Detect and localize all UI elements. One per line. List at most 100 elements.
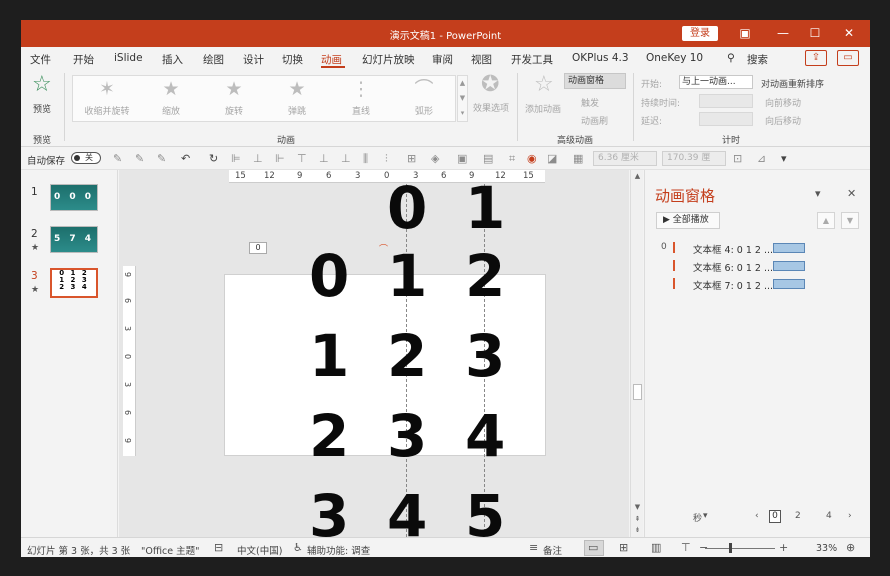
notes-button[interactable]: 备注 (543, 543, 562, 557)
fit-to-window-icon[interactable]: ⊕ (846, 542, 855, 554)
timing-bar[interactable] (773, 261, 805, 271)
shape-icon[interactable]: ◈ (431, 153, 439, 165)
anim-arc[interactable]: ⌒ 弧形 (396, 79, 452, 121)
accessibility-icon[interactable]: ♿ (293, 542, 303, 554)
timeline-right-icon[interactable]: › (848, 511, 852, 521)
slide-sorter-icon[interactable]: ⊞ (619, 542, 628, 554)
align-top-icon[interactable]: ⊤ (297, 153, 307, 165)
tab-review[interactable]: 审阅 (432, 52, 453, 67)
zoom-level[interactable]: 33% (816, 543, 837, 554)
tab-design[interactable]: 设计 (243, 52, 264, 67)
crop-icon[interactable]: ⌗ (509, 153, 515, 165)
align-left-icon[interactable]: ⊫ (231, 153, 241, 165)
format-icon[interactable]: ⊿ (757, 153, 766, 165)
arrange-icon[interactable]: ▣ (457, 153, 467, 165)
play-all-button[interactable]: ▶ 全部播放 (656, 212, 720, 229)
next-slide-icon[interactable]: ⇟ (633, 526, 642, 534)
animation-item[interactable]: 文本框 7: 0 1 2 ... (661, 277, 861, 292)
close-icon[interactable]: ✕ (841, 25, 857, 41)
pane-close-icon[interactable]: ✕ (847, 187, 856, 200)
preview-icon[interactable]: ☆ (32, 73, 52, 97)
dropdown-icon[interactable]: ▾ (703, 511, 708, 521)
image-icon[interactable]: ◪ (547, 153, 557, 165)
tab-view[interactable]: 视图 (471, 52, 492, 67)
slide-canvas[interactable]: 15 12 9 6 3 0 3 6 9 12 15 9 6 3 0 3 6 9 … (119, 170, 629, 537)
scroll-down-icon[interactable]: ▼ (633, 503, 642, 511)
animation-order-tag[interactable]: 0 (249, 242, 267, 254)
canvas-scrollbar[interactable]: ▲ ▼ ⇞ ⇟ (630, 170, 643, 537)
animation-pane-button[interactable]: 动画窗格 (564, 73, 626, 89)
ribbon-display-icon[interactable]: ▣ (737, 25, 753, 41)
anim-line[interactable]: ⋮ 直线 (333, 79, 389, 121)
tab-slideshow[interactable]: 幻灯片放映 (362, 52, 415, 67)
notes-icon[interactable]: ≡ (529, 542, 538, 554)
animation-item[interactable]: 0 文本框 4: 0 1 2 ... (661, 241, 861, 256)
effect-options-button[interactable]: 效果选项 (473, 101, 509, 114)
align-bottom-icon[interactable]: ⊥ (341, 153, 351, 165)
height-input[interactable]: 170.39 厘 (662, 151, 726, 166)
distribute-v-icon[interactable]: ⫶ (385, 153, 388, 165)
slide-thumb-3[interactable]: 0 1 2 1 2 3 2 3 4 (50, 268, 98, 298)
search-label[interactable]: 搜索 (747, 52, 768, 67)
timing-bar[interactable] (773, 243, 805, 253)
move-earlier-button[interactable]: 向前移动 (765, 96, 801, 109)
pen-icon[interactable]: ✎ (113, 153, 122, 165)
animation-painter-button[interactable]: 动画刷 (581, 114, 608, 127)
anim-bounce[interactable]: ★ 弹跳 (269, 79, 325, 121)
slide-thumb-1[interactable]: 0 0 0 (50, 184, 98, 211)
group-icon[interactable]: ⊞ (407, 153, 416, 165)
scroll-up-icon[interactable]: ▲ (633, 172, 642, 180)
move-later-button[interactable]: 向后移动 (765, 114, 801, 127)
tab-draw[interactable]: 绘图 (203, 52, 224, 67)
undo-icon[interactable]: ↶ (181, 153, 190, 165)
redo-icon[interactable]: ↻ (209, 153, 218, 165)
minimize-icon[interactable]: — (775, 25, 791, 41)
trigger-button[interactable]: 触发 (581, 96, 599, 109)
align-right-icon[interactable]: ⊩ (275, 153, 285, 165)
pen-icon[interactable]: ✎ (157, 153, 166, 165)
customize-qat-icon[interactable]: ▾ (781, 153, 787, 165)
tab-home[interactable]: 开始 (73, 52, 94, 67)
comments-icon[interactable]: ▭ (837, 50, 859, 66)
position-icon[interactable]: ▤ (483, 153, 493, 165)
gallery-scroll[interactable]: ▲ ▼ ▾ (457, 75, 468, 122)
text-icon[interactable]: ▦ (573, 153, 583, 165)
slide-thumb-2[interactable]: 5 7 4 (50, 226, 98, 253)
add-animation-icon[interactable]: ☆ (534, 73, 554, 97)
zoom-slider[interactable] (705, 548, 775, 549)
add-animation-button[interactable]: 添加动画 (525, 102, 561, 115)
pen-icon[interactable]: ✎ (135, 153, 144, 165)
tab-insert[interactable]: 插入 (162, 52, 183, 67)
effect-options-icon[interactable]: ✪ (481, 73, 499, 97)
accessibility-status[interactable]: 辅助功能: 调查 (307, 543, 370, 557)
move-down-icon[interactable]: ▼ (841, 212, 859, 229)
delay-input[interactable] (699, 112, 753, 126)
zoom-in-icon[interactable]: + (779, 542, 788, 554)
anim-spin[interactable]: ★ 旋转 (206, 79, 262, 121)
timeline-start[interactable]: 0 (769, 510, 781, 523)
maximize-icon[interactable]: ☐ (807, 25, 823, 41)
distribute-h-icon[interactable]: ⫼ (363, 153, 368, 165)
office-icon[interactable]: ◉ (527, 153, 537, 165)
tab-okplus[interactable]: OKPlus 4.3 (572, 52, 629, 64)
autosave-toggle[interactable]: 关 (71, 152, 101, 164)
move-up-icon[interactable]: ▲ (817, 212, 835, 229)
pane-menu-icon[interactable]: ▾ (815, 187, 821, 200)
tab-animations[interactable]: 动画 (321, 52, 342, 67)
preview-button[interactable]: 预览 (33, 102, 51, 115)
tab-file[interactable]: 文件 (30, 52, 51, 67)
spellcheck-icon[interactable]: ⊟ (214, 542, 223, 554)
tab-onekey[interactable]: OneKey 10 (646, 52, 703, 64)
reading-view-icon[interactable]: ▥ (651, 542, 661, 554)
size-icon[interactable]: ⊡ (733, 153, 742, 165)
search-icon[interactable]: ⚲ (727, 52, 735, 64)
share-icon[interactable]: ⇪ (805, 50, 827, 66)
duration-input[interactable] (699, 94, 753, 108)
prev-slide-icon[interactable]: ⇞ (633, 515, 642, 523)
timeline-left-icon[interactable]: ‹ (755, 511, 759, 521)
tab-transitions[interactable]: 切换 (282, 52, 303, 67)
start-select[interactable]: 与上一动画... (679, 75, 753, 89)
width-input[interactable]: 6.36 厘米 (593, 151, 657, 166)
align-middle-icon[interactable]: ⊥ (319, 153, 329, 165)
anim-zoom[interactable]: ★ 缩放 (143, 79, 199, 121)
